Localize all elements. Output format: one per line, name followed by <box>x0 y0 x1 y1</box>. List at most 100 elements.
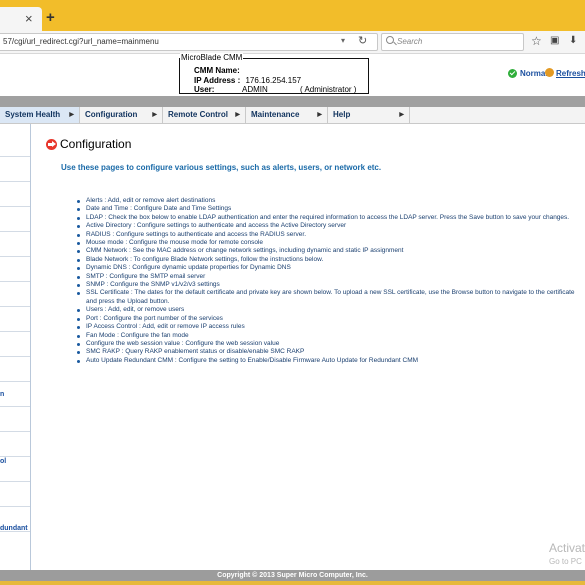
user-row: User: ADMIN ( Administrator ) <box>194 85 356 94</box>
bullet-icon <box>77 342 80 346</box>
config-item-smc-rakp[interactable]: SMC RAKP : Query RAKP enablement status … <box>77 348 585 356</box>
menu-maintenance[interactable]: Maintenance ▶ <box>246 107 328 123</box>
sidebar-item-label[interactable]: ol <box>0 458 6 465</box>
config-item-active-directory[interactable]: Active Directory : Configure settings to… <box>77 222 585 230</box>
sidebar-divider <box>0 481 30 482</box>
config-item-alerts[interactable]: Alerts : Add, edit or remove alert desti… <box>77 197 585 205</box>
sidebar-divider <box>0 356 30 357</box>
menu-system-health[interactable]: System Health ▶ <box>0 107 80 123</box>
item-text: Fan Mode : Configure the fan mode <box>86 331 189 339</box>
bullet-icon <box>77 233 80 237</box>
item-text: Port : Configure the port number of the … <box>86 314 223 322</box>
bullet-icon <box>77 284 80 288</box>
menu-help[interactable]: Help ▶ <box>328 107 410 123</box>
ip-address-label: IP Address : <box>194 76 241 85</box>
item-text: SSL Certificate : The dates for the defa… <box>86 289 575 305</box>
sidebar-divider <box>0 181 30 182</box>
browser-tab[interactable]: × <box>0 7 42 31</box>
config-item-users[interactable]: Users : Add, edit, or remove users <box>77 306 585 314</box>
sidebar-divider <box>0 256 30 257</box>
config-item-smtp[interactable]: SMTP : Configure the SMTP email server <box>77 273 585 281</box>
status-text: Normal <box>520 69 548 78</box>
url-text: 57/cgi/url_redirect.cgi?url_name=mainmen… <box>3 37 159 46</box>
menu-label: Configuration <box>85 110 138 119</box>
sidebar-divider <box>0 281 30 282</box>
bullet-icon <box>77 292 80 296</box>
config-item-port[interactable]: Port : Configure the port number of the … <box>77 315 585 323</box>
item-text: Dynamic DNS : Configure dynamic update p… <box>86 264 291 272</box>
item-text: Active Directory : Configure settings to… <box>86 222 347 230</box>
bookmark-icon[interactable]: ▣ <box>550 34 559 48</box>
item-text: Auto Update Redundant CMM : Configure th… <box>86 356 419 364</box>
sidebar-item-label[interactable]: n <box>0 391 4 398</box>
bullet-icon <box>77 267 80 271</box>
config-item-radius[interactable]: RADIUS : Configure settings to authentic… <box>77 231 585 239</box>
config-item-auto-update[interactable]: Auto Update Redundant CMM : Configure th… <box>77 357 585 365</box>
config-item-ssl-certificate[interactable]: SSL Certificate : The dates for the defa… <box>77 289 585 306</box>
arrow-right-icon <box>46 139 57 150</box>
item-text: SNMP : Configure the SNMP v1/v2/v3 setti… <box>86 281 220 289</box>
config-item-ldap[interactable]: LDAP : Check the box below to enable LDA… <box>77 214 585 222</box>
config-item-blade-network[interactable]: Blade Network : To configure Blade Netwo… <box>77 256 585 264</box>
header-divider <box>0 96 585 107</box>
menu-label: Remote Control <box>168 110 228 119</box>
sidebar-divider <box>0 231 30 232</box>
sidebar-divider <box>0 206 30 207</box>
sidebar-divider <box>0 331 30 332</box>
activation-watermark: Activat <box>549 541 585 555</box>
sidebar-divider <box>0 506 30 507</box>
search-input[interactable]: Search <box>381 33 524 51</box>
bullet-icon <box>77 359 80 363</box>
menu-arrow-icon: ▶ <box>152 112 157 118</box>
item-text: SMTP : Configure the SMTP email server <box>86 272 206 280</box>
download-icon[interactable]: ⬇ <box>569 34 577 48</box>
main-content: Configuration Use these pages to configu… <box>31 124 585 570</box>
config-item-mouse-mode[interactable]: Mouse mode : Configure the mouse mode fo… <box>77 239 585 247</box>
browser-nav-bar: 57/cgi/url_redirect.cgi?url_name=mainmen… <box>0 31 585 54</box>
reload-icon[interactable]: ↻ <box>358 34 367 47</box>
config-item-ip-access-control[interactable]: IP Access Control : Add, edit or remove … <box>77 323 585 331</box>
star-icon[interactable]: ☆ <box>531 34 542 48</box>
main-menu: System Health ▶ Configuration ▶ Remote C… <box>0 107 585 124</box>
config-item-list: Alerts : Add, edit or remove alert desti… <box>77 197 585 365</box>
item-text: Users : Add, edit, or remove users <box>86 306 185 314</box>
sidebar-divider <box>0 156 30 157</box>
refresh-link[interactable]: Refresh <box>556 69 585 78</box>
refresh-icon[interactable] <box>545 68 554 77</box>
bullet-icon <box>77 334 80 338</box>
menu-label: Help <box>333 110 351 119</box>
bullet-icon <box>77 309 80 313</box>
config-item-dynamic-dns[interactable]: Dynamic DNS : Configure dynamic update p… <box>77 264 585 272</box>
menu-arrow-icon: ▶ <box>317 112 322 118</box>
user-role: ( Administrator ) <box>300 85 357 94</box>
user-label: User: <box>194 85 215 94</box>
item-text: Date and Time : Configure Date and Time … <box>86 205 232 213</box>
search-icon <box>386 36 394 44</box>
menu-configuration[interactable]: Configuration ▶ <box>80 107 163 123</box>
app-header: MicroBlade CMM CMM Name: IP Address : 17… <box>0 53 585 96</box>
bullet-icon <box>77 275 80 279</box>
sidebar-divider <box>0 406 30 407</box>
config-item-cmm-network[interactable]: CMM Network : See the MAC address or cha… <box>77 247 585 255</box>
sidebar-divider <box>0 456 30 457</box>
address-bar[interactable]: 57/cgi/url_redirect.cgi?url_name=mainmen… <box>0 33 378 51</box>
item-text: SMC RAKP : Query RAKP enablement status … <box>86 348 305 356</box>
menu-label: Maintenance <box>251 110 300 119</box>
config-item-date-time[interactable]: Date and Time : Configure Date and Time … <box>77 205 585 213</box>
bottom-strip <box>0 581 585 585</box>
activation-watermark-sub: Go to PC <box>549 557 582 566</box>
sidebar-divider <box>0 431 30 432</box>
item-text: CMM Network : See the MAC address or cha… <box>86 247 404 255</box>
config-item-fan-mode[interactable]: Fan Mode : Configure the fan mode <box>77 332 585 340</box>
chevron-down-icon[interactable]: ▾ <box>341 36 345 45</box>
new-tab-icon[interactable]: + <box>46 10 55 25</box>
bullet-icon <box>77 208 80 212</box>
close-tab-icon[interactable]: × <box>25 12 33 25</box>
sidebar-item-label[interactable]: dundant <box>0 525 28 532</box>
config-item-snmp[interactable]: SNMP : Configure the SNMP v1/v2/v3 setti… <box>77 281 585 289</box>
menu-remote-control[interactable]: Remote Control ▶ <box>163 107 246 123</box>
config-item-web-session[interactable]: Configure the web session value : Config… <box>77 340 585 348</box>
ip-address-value: 176.16.254.157 <box>245 76 302 85</box>
item-text: LDAP : Check the box below to enable LDA… <box>86 213 570 221</box>
cmm-name-row: CMM Name: <box>194 66 240 75</box>
